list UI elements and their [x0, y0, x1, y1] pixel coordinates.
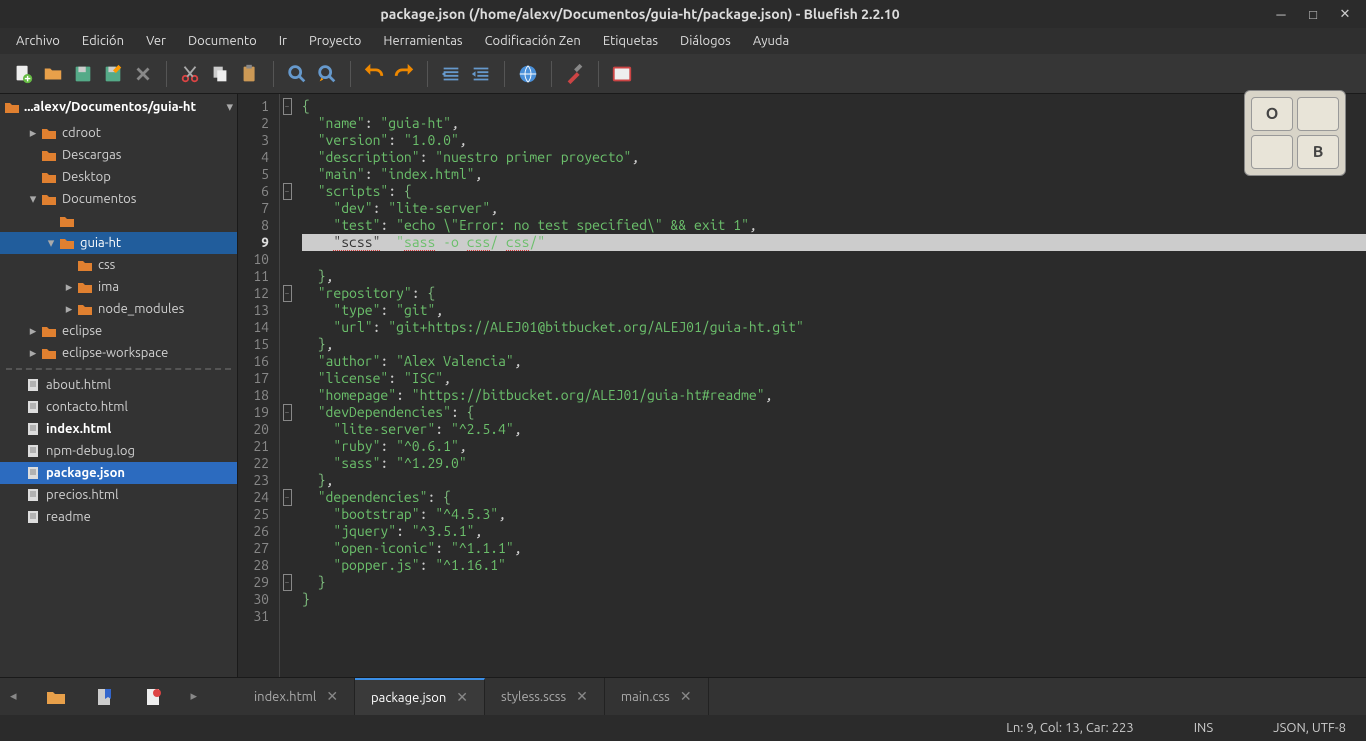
tree-folder-unnamed[interactable]	[0, 210, 237, 232]
status-encoding: JSON, UTF-8	[1273, 721, 1346, 735]
menu-edición[interactable]: Edición	[72, 30, 134, 52]
tree-file-contacto.html[interactable]: contacto.html	[0, 396, 237, 418]
sidebar-path-label: ...alexv/Documentos/guia-ht	[24, 100, 222, 114]
tree-folder-eclipse[interactable]: ▸eclipse	[0, 320, 237, 342]
statusbar: Ln: 9, Col: 13, Car: 223 INS JSON, UTF-8	[0, 715, 1366, 741]
tab-close-icon[interactable]: ✕	[326, 688, 338, 705]
tab-styless.scss[interactable]: styless.scss✕	[485, 678, 605, 715]
tree-folder-Desktop[interactable]: Desktop	[0, 166, 237, 188]
titlebar: package.json (/home/alexv/Documentos/gui…	[0, 0, 1366, 28]
undo-button[interactable]	[361, 61, 387, 87]
tree-folder-cdroot[interactable]: ▸cdroot	[0, 122, 237, 144]
tree-file-precios.html[interactable]: precios.html	[0, 484, 237, 506]
window-title: package.json (/home/alexv/Documentos/gui…	[6, 6, 1274, 22]
menu-etiquetas[interactable]: Etiquetas	[593, 30, 668, 52]
next-button[interactable]: ▸	[191, 689, 198, 704]
save-button[interactable]	[70, 61, 96, 87]
tree-folder-node_modules[interactable]: ▸node_modules	[0, 298, 237, 320]
onscreen-keyboard-overlay: OB	[1244, 90, 1346, 176]
osk-key	[1251, 135, 1293, 169]
tree-folder-css[interactable]: css	[0, 254, 237, 276]
tree-folder-ima[interactable]: ▸ima	[0, 276, 237, 298]
tree-file-npm-debug.log[interactable]: npm-debug.log	[0, 440, 237, 462]
file-tabs: index.html✕package.json✕styless.scss✕mai…	[238, 678, 709, 715]
minimize-button[interactable]: ─	[1274, 7, 1288, 21]
tree-file-index.html[interactable]: index.html	[0, 418, 237, 440]
bookmark-icon[interactable]	[95, 687, 115, 707]
indent-button[interactable]	[468, 61, 494, 87]
menu-ir[interactable]: Ir	[269, 30, 297, 52]
fold-toggle-line-19[interactable]: −	[283, 404, 292, 421]
tree-folder-eclipse-workspace[interactable]: ▸eclipse-workspace	[0, 342, 237, 364]
fold-gutter: − − − − − −	[280, 94, 294, 677]
status-position: Ln: 9, Col: 13, Car: 223	[1006, 721, 1134, 735]
tools-button[interactable]	[562, 61, 588, 87]
menu-codificación zen[interactable]: Codificación Zen	[475, 30, 591, 52]
menubar: ArchivoEdiciónVerDocumentoIrProyectoHerr…	[0, 28, 1366, 54]
search-button[interactable]	[284, 61, 310, 87]
open-folder-icon[interactable]	[45, 688, 67, 706]
fold-toggle-line-6[interactable]: −	[283, 183, 292, 200]
menu-diálogos[interactable]: Diálogos	[670, 30, 741, 52]
menu-ayuda[interactable]: Ayuda	[743, 30, 799, 52]
redo-button[interactable]	[391, 61, 417, 87]
open-file-button[interactable]	[40, 61, 66, 87]
browser-preview-button[interactable]	[515, 61, 541, 87]
osk-key: B	[1297, 135, 1339, 169]
tree-file-package.json[interactable]: package.json	[0, 462, 237, 484]
toolbar	[0, 54, 1366, 94]
tab-close-icon[interactable]: ✕	[680, 688, 692, 705]
line-number-gutter: 1234567891011121314151617181920212223242…	[238, 94, 280, 677]
file-tree: ▸cdrootDescargasDesktop▾Documentos ▾guia-…	[0, 120, 237, 677]
maximize-button[interactable]: □	[1306, 7, 1320, 21]
menu-archivo[interactable]: Archivo	[6, 30, 70, 52]
sidebar: ...alexv/Documentos/guia-ht ▾ ▸cdrootDes…	[0, 94, 238, 677]
save-as-button[interactable]	[100, 61, 126, 87]
tab-index.html[interactable]: index.html✕	[238, 678, 355, 715]
unindent-button[interactable]	[438, 61, 464, 87]
tree-folder-guia-ht[interactable]: ▾guia-ht	[0, 232, 237, 254]
fullscreen-button[interactable]	[609, 61, 635, 87]
tree-file-about.html[interactable]: about.html	[0, 374, 237, 396]
menu-ver[interactable]: Ver	[136, 30, 176, 52]
tree-file-readme[interactable]: readme	[0, 506, 237, 528]
fold-toggle-line-24[interactable]: −	[283, 489, 292, 506]
menu-documento[interactable]: Documento	[178, 30, 267, 52]
tree-folder-Documentos[interactable]: ▾Documentos	[0, 188, 237, 210]
paste-button[interactable]	[237, 61, 263, 87]
cut-button[interactable]	[177, 61, 203, 87]
copy-button[interactable]	[207, 61, 233, 87]
new-file-button[interactable]	[10, 61, 36, 87]
menu-herramientas[interactable]: Herramientas	[373, 30, 472, 52]
editor[interactable]: 1234567891011121314151617181920212223242…	[238, 94, 1366, 677]
tab-main.css[interactable]: main.css✕	[605, 678, 709, 715]
replace-button[interactable]	[314, 61, 340, 87]
status-insert-mode: INS	[1194, 721, 1213, 735]
tab-package.json[interactable]: package.json✕	[355, 678, 485, 715]
folder-icon	[4, 100, 20, 114]
sidebar-path-selector[interactable]: ...alexv/Documentos/guia-ht ▾	[0, 94, 237, 120]
tab-close-icon[interactable]: ✕	[456, 689, 468, 706]
document-icon[interactable]	[143, 687, 163, 707]
fold-toggle-line-29[interactable]: −	[283, 574, 292, 591]
fold-toggle-line-1[interactable]: −	[283, 98, 292, 115]
bottom-bar: ◂ ▸ index.html✕package.json✕styless.scss…	[0, 677, 1366, 715]
osk-key: O	[1251, 97, 1293, 131]
chevron-down-icon: ▾	[226, 100, 233, 115]
osk-key	[1297, 97, 1339, 131]
close-button[interactable]: ✕	[1338, 7, 1352, 21]
tab-close-icon[interactable]: ✕	[576, 688, 588, 705]
fold-toggle-line-12[interactable]: −	[283, 285, 292, 302]
menu-proyecto[interactable]: Proyecto	[299, 30, 371, 52]
tree-folder-Descargas[interactable]: Descargas	[0, 144, 237, 166]
prev-button[interactable]: ◂	[10, 689, 17, 704]
close-file-button[interactable]	[130, 61, 156, 87]
code-area[interactable]: { "name": "guia-ht", "version": "1.0.0",…	[294, 94, 1366, 677]
